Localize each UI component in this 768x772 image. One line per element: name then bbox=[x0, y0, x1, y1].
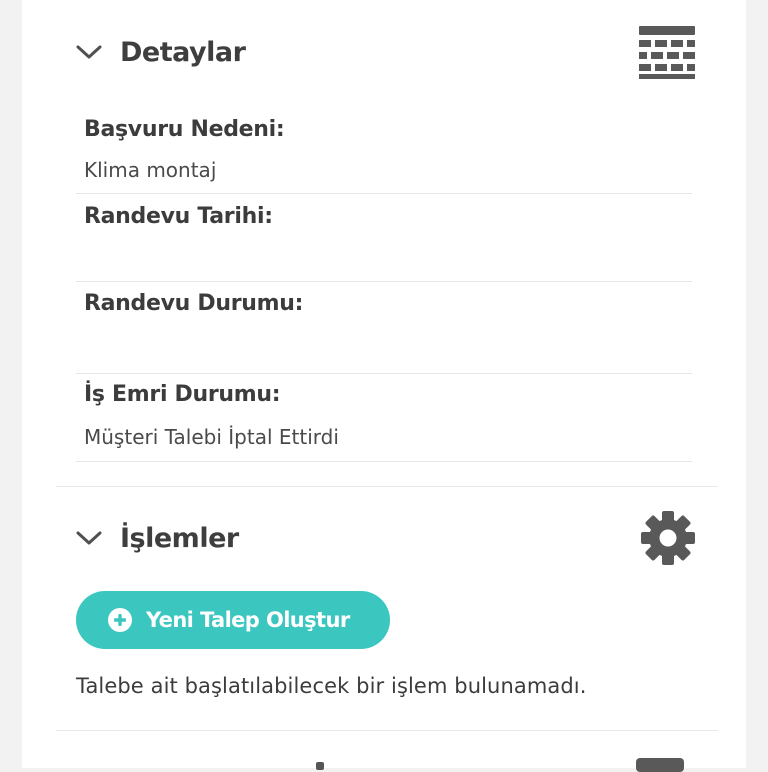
new-request-label: Yeni Talep Oluştur bbox=[146, 608, 350, 632]
detail-label: Başvuru Nedeni: bbox=[84, 117, 285, 142]
details-title: Detaylar bbox=[120, 36, 246, 68]
chevron-down-icon[interactable] bbox=[76, 39, 102, 65]
operations-section-header[interactable]: İşlemler bbox=[56, 508, 696, 568]
next-section-partial bbox=[316, 762, 324, 770]
section-divider bbox=[56, 486, 718, 487]
empty-operations-message: Talebe ait başlatılabilecek bir işlem bu… bbox=[76, 674, 587, 698]
detail-row-is-emri-durumu: İş Emri Durumu: Müşteri Talebi İptal Ett… bbox=[76, 374, 692, 462]
detail-value: Klima montaj bbox=[84, 158, 217, 182]
detail-row-randevu-durumu: Randevu Durumu: bbox=[76, 282, 692, 374]
new-request-button[interactable]: Yeni Talep Oluştur bbox=[76, 591, 390, 649]
detail-label: Randevu Tarihi: bbox=[84, 204, 273, 229]
section-divider bbox=[56, 730, 718, 731]
gear-icon[interactable] bbox=[640, 508, 696, 568]
operations-title: İşlemler bbox=[120, 522, 239, 554]
plus-circle-icon bbox=[108, 608, 132, 632]
next-section-icon-partial bbox=[636, 758, 684, 772]
detail-row-randevu-tarihi: Randevu Tarihi: bbox=[76, 194, 692, 282]
detail-label: İş Emri Durumu: bbox=[84, 382, 281, 407]
table-icon[interactable] bbox=[638, 22, 696, 82]
details-section-header[interactable]: Detaylar bbox=[56, 22, 696, 82]
detail-row-basvuru-nedeni: Başvuru Nedeni: Klima montaj bbox=[76, 108, 692, 194]
detail-label: Randevu Durumu: bbox=[84, 291, 304, 316]
detail-value: Müşteri Talebi İptal Ettirdi bbox=[84, 425, 339, 449]
chevron-down-icon[interactable] bbox=[76, 525, 102, 551]
